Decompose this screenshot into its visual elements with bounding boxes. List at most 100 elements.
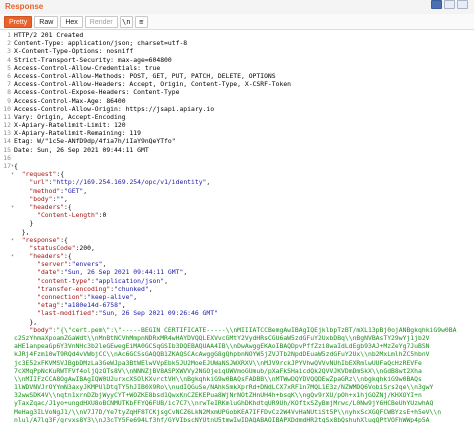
line-number: 10 [3,104,11,113]
line-text: Vary: Origin, Accept-Encoding [14,112,126,121]
code-line: "last-modified":"Sun, 26 Sep 2021 09:26:… [0,309,474,317]
line-number: 4 [7,55,11,64]
code-line: }, [0,318,474,326]
code-line: "transfer-encoding":"chunked", [0,285,474,293]
line-text: Strict-Transport-Security: max-age=60480… [14,55,172,64]
code-line: ▾ "request":{ [0,170,474,178]
http-headers: 1 HTTP/2 201 Created 2 Content-Type: applic… [0,31,474,162]
code-line: 17 ▾{ [0,162,474,170]
code-line: "statusCode":200, [0,244,474,252]
line-text: \\nMIIFzCCA8OgAwIBAgIQW0U2urxcXSOlKXvrct… [14,374,422,383]
newline-toggle-icon[interactable]: \n [119,16,133,28]
code-line: 10 Access-Control-Allow-Origin: https://j… [0,105,474,113]
code-line: 9 Access-Control-Max-Age: 86400 [0,97,474,105]
code-line: 11 Vary: Origin, Accept-Encoding [0,113,474,121]
code-line: }, [0,228,474,236]
line-text: Etag: W/"1c5e-ANfD9dp/4fia7h/iIaY9nQeYTf… [14,137,176,146]
code-line: "connection":"keep-alive", [0,293,474,301]
code-line: 6 Access-Control-Allow-Methods: POST, GET… [0,72,474,80]
code-line: 4 Strict-Transport-Security: max-age=6048… [0,56,474,64]
code-line: 32wwSDK4V\\nqtn1xrnDZbjWyyCYT+WOZKE8bsd1… [0,391,474,399]
code-line: ▾ "headers":{ [0,252,474,260]
code-line: 14 Etag: W/"1c5e-ANfD9dp/4fia7h/iIaY9nQeY… [0,137,474,145]
line-number: 13 [3,129,11,138]
line-text: "content-type":"application/json", [37,276,168,285]
line-text: 7cXMqPpNcKuRWTFVf4oljQzOTs8V\\nNNNZjBV8A… [14,366,422,375]
response-panel-header: Response [0,0,474,14]
options-menu-icon[interactable]: ≡ [134,16,148,28]
line-text: "body":"{\"cert.pem\":\"-----BEGIN CERTI… [14,325,457,334]
tab-render[interactable]: Render [84,16,118,28]
line-number: 6 [7,71,11,80]
code-line: 13 X-Apiary-Ratelimit-Remaining: 119 [0,129,474,137]
line-text: }, [14,317,38,326]
certificate-body: "body":"{\"cert.pem\":\"-----BEGIN CERTI… [0,326,474,423]
tab-pretty[interactable]: Pretty [4,16,33,28]
line-text: "body":"", [29,194,68,203]
line-number: 8 [7,88,11,97]
line-text: X-Apiary-Ratelimit-Remaining: 119 [14,129,141,138]
line-text: "method":"GET", [29,186,88,195]
line-text: "headers":{ [29,252,72,261]
response-toolbar: Pretty Raw Hex Render \n ≡ [0,14,474,30]
line-text: Access-Control-Max-Age: 86400 [14,96,126,105]
code-line: ▾ "headers":{ [0,203,474,211]
code-line: aHE1anpeaGp6Y3VnNHc3b2leGEwegEiMA0GCSqGS… [0,342,474,350]
response-body-editor[interactable]: 1 HTTP/2 201 Created 2 Content-Type: applic… [0,31,474,423]
code-line: 3 X-Content-Type-Options: nosniff [0,47,474,55]
line-text: "headers":{ [29,202,72,211]
panel-title: Response [5,2,44,11]
code-line: yTaxZqac/J1yo+ungdHXU8oBCNMUTKbFFYQ6FUB/… [0,399,474,407]
line-text: nlul/A7lq3F/grvxs8Y3\\nJ3cTY5Fe694Lf3hf/… [14,415,430,423]
tab-hex[interactable]: Hex [60,16,83,28]
line-text: "date":"Sun, 26 Sep 2021 09:44:11 GMT", [37,268,188,277]
code-line: 2 Content-Type: application/json; charset… [0,39,474,47]
code-line: 5 Access-Control-Allow-Credentials: true [0,64,474,72]
code-line: 7 Access-Control-Allow-Headers: Accept, O… [0,80,474,88]
line-text: "response":{ [21,235,68,244]
code-line: \\nMIIFzCCA8OgAwIBAgIQW0U2urxcXSOlKXvrct… [0,375,474,383]
code-line: 12 X-Apiary-Ratelimit-Limit: 120 [0,121,474,129]
line-text: "server":"envers", [37,260,107,269]
tab-raw[interactable]: Raw [34,16,59,28]
line-text: X-Apiary-Ratelimit-Limit: 120 [14,121,126,130]
single-pane-icon[interactable] [457,0,468,9]
view-mode-tabs: Pretty Raw Hex Render \n ≡ [4,16,148,28]
code-line: 1lWDVNVJrOYYmN3axyJKMPUlDtqTY5hJIB0X9Ro\… [0,383,474,391]
line-number: 5 [7,63,11,72]
line-text: yTaxZqac/J1yo+ungdHXU8oBCNMUTKbFFYQ6FUB/… [14,399,434,408]
json-body: 17 ▾{▾ "request":{ "url":"http://169.254.… [0,162,474,326]
code-line: 8 Access-Control-Expose-Headers: Content-… [0,88,474,96]
line-text: 32wwSDK4V\\nqtn1xrnDZbjWyyCYT+WOZKE8bsd1… [14,391,422,400]
line-text: "Content-Length":0 [37,211,107,220]
line-text: "transfer-encoding":"chunked", [37,284,153,293]
code-line: "url":"http://169.254.169.254/opc/v1/ide… [0,178,474,186]
line-text: } [14,219,34,228]
line-text: Access-Control-Allow-Origin: https://jsa… [14,104,215,113]
line-number: 12 [3,121,11,130]
line-number: 14 [3,137,11,146]
line-text: "connection":"keep-alive", [37,293,138,301]
line-text: X-Content-Type-Options: nosniff [14,47,134,56]
line-text: }, [14,227,30,236]
line-number: 16 [3,153,11,162]
code-line: 15 Date: Sun, 26 Sep 2021 09:44:11 GMT [0,146,474,154]
line-number: 15 [3,145,11,154]
line-text: Content-Type: application/json; charset=… [14,39,188,48]
code-line: "method":"GET", [0,187,474,195]
code-line: c25zYhmaXpoamZGaWdt\\nMnBtNCVhMmpnNDRxMR… [0,334,474,342]
line-text: "statusCode":200, [29,243,95,252]
line-number: 7 [7,80,11,89]
split-horizontal-icon[interactable] [431,0,442,9]
line-text: "request":{ [21,170,65,179]
line-text: c25zYhmaXpoamZGaWdt\\nMnBtNCVhMmpnNDRxMR… [14,333,430,342]
code-line: kJRj4Fzm10wT9RQd4vVWbjCC\\nAc6GCSsGAQQB1… [0,350,474,358]
line-text: aHE1anpeaGp6Y3VnNHc3b2leGEwegEiMA0GCSqGS… [14,342,430,351]
code-line: "server":"envers", [0,260,474,268]
code-line: ▾ "response":{ [0,236,474,244]
split-vertical-icon[interactable] [444,0,455,9]
code-line: 1 HTTP/2 201 Created [0,31,474,39]
line-number: 11 [3,112,11,121]
layout-toggle-group [431,0,468,9]
line-text: Access-Control-Allow-Credentials: true [14,63,161,72]
